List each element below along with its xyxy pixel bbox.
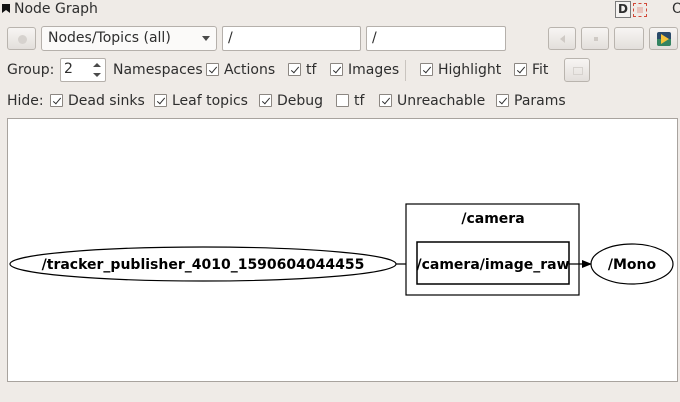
- group-value: 2: [64, 61, 73, 77]
- publisher-node[interactable]: /tracker_publisher_4010_1590604044455: [9, 246, 397, 282]
- chevron-down-icon: [202, 36, 210, 41]
- hide-tf-checkbox[interactable]: [336, 94, 349, 107]
- hide-tf-label[interactable]: tf: [354, 93, 364, 109]
- params-label[interactable]: Params: [514, 93, 566, 109]
- refresh-icon: [18, 35, 27, 44]
- save-image-button[interactable]: [649, 27, 678, 50]
- fit-in-view-button[interactable]: [564, 58, 590, 82]
- namespace-filter-input[interactable]: /: [222, 26, 361, 51]
- topic-node[interactable]: /camera/image_raw: [416, 241, 570, 285]
- images-checkbox[interactable]: [330, 63, 343, 76]
- subscriber-node[interactable]: /Mono: [590, 243, 674, 285]
- save-dot-icon: [594, 37, 598, 41]
- group-label: Group:: [7, 62, 55, 78]
- toolbar-divider: [405, 60, 406, 81]
- namespace-cluster-label: /camera: [461, 211, 524, 227]
- spin-down-icon[interactable]: [93, 73, 101, 77]
- window-icon: [2, 4, 10, 13]
- graph-mode-select[interactable]: Nodes/Topics (all): [41, 26, 217, 51]
- dock-button[interactable]: D: [615, 1, 631, 18]
- graph-mode-value: Nodes/Topics (all): [48, 30, 171, 46]
- publisher-node-label: /tracker_publisher_4010_1590604044455: [42, 257, 365, 273]
- graph-svg: /tracker_publisher_4010_1590604044455 /c…: [9, 203, 674, 296]
- topic-node-label: /camera/image_raw: [416, 257, 569, 273]
- window-title: Node Graph: [14, 1, 98, 17]
- params-checkbox[interactable]: [496, 94, 509, 107]
- save-image-icon: [657, 32, 671, 46]
- dead-sinks-checkbox[interactable]: [50, 94, 63, 107]
- unreachable-checkbox[interactable]: [379, 94, 392, 107]
- highlight-checkbox[interactable]: [420, 63, 433, 76]
- tf-group-label[interactable]: tf: [306, 62, 316, 78]
- spin-up-icon[interactable]: [93, 63, 101, 67]
- save-svg-button[interactable]: [614, 27, 644, 50]
- namespaces-label: Namespaces: [113, 62, 203, 78]
- save-dot-button[interactable]: [581, 27, 609, 50]
- images-label[interactable]: Images: [348, 62, 399, 78]
- dead-sinks-label[interactable]: Dead sinks: [68, 93, 145, 109]
- actions-checkbox[interactable]: [206, 63, 219, 76]
- debug-label[interactable]: Debug: [277, 93, 323, 109]
- close-button[interactable]: O: [672, 1, 680, 17]
- load-icon: [560, 35, 565, 43]
- graph-canvas[interactable]: /tracker_publisher_4010_1590604044455 /c…: [7, 118, 678, 382]
- tf-group-checkbox[interactable]: [288, 63, 301, 76]
- leaf-topics-checkbox[interactable]: [154, 94, 167, 107]
- fit-label[interactable]: Fit: [532, 62, 548, 78]
- highlight-label[interactable]: Highlight: [438, 62, 501, 78]
- topic-filter-input[interactable]: /: [366, 26, 506, 51]
- fit-checkbox[interactable]: [514, 63, 527, 76]
- fit-in-view-icon: [573, 67, 583, 75]
- unreachable-label[interactable]: Unreachable: [397, 93, 485, 109]
- leaf-topics-label[interactable]: Leaf topics: [172, 93, 248, 109]
- float-icon[interactable]: [633, 3, 647, 17]
- actions-label[interactable]: Actions: [224, 62, 275, 78]
- debug-checkbox[interactable]: [259, 94, 272, 107]
- subscriber-node-label: /Mono: [608, 257, 657, 273]
- group-spinbox[interactable]: 2: [60, 58, 106, 82]
- hide-label: Hide:: [7, 93, 44, 109]
- refresh-button[interactable]: [7, 27, 36, 50]
- load-dot-button[interactable]: [548, 27, 576, 50]
